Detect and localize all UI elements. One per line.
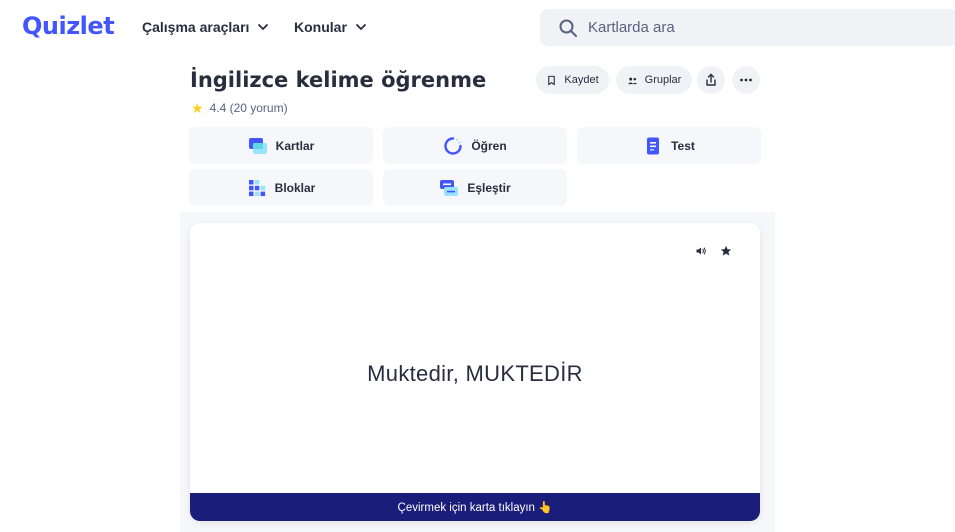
- rating-text: 4.4 (20 yorum): [209, 101, 288, 115]
- mode-match[interactable]: Eşleştir: [383, 169, 567, 206]
- mode-test-label: Test: [671, 138, 695, 153]
- set-rating[interactable]: ★ 4.4 (20 yorum): [191, 101, 288, 115]
- search-input[interactable]: [588, 19, 888, 36]
- set-title: İngilizce kelime öğrenme: [190, 68, 487, 92]
- mode-test[interactable]: Test: [577, 127, 761, 164]
- flashcard-term: Muktedir, MUKTEDİR: [367, 361, 583, 386]
- bookmark-icon: [548, 75, 556, 85]
- more-options-button[interactable]: [732, 66, 760, 94]
- more-dots-icon: [740, 78, 752, 82]
- star-icon: [720, 245, 732, 256]
- star-button[interactable]: [718, 243, 734, 259]
- save-button[interactable]: Kaydet: [536, 66, 609, 94]
- mode-blocks-label: Bloklar: [274, 180, 316, 195]
- speaker-icon: [696, 247, 706, 255]
- flashcard[interactable]: Muktedir, MUKTEDİR Çevirmek için karta t…: [190, 223, 760, 521]
- blocks-icon: [248, 179, 265, 196]
- nav-topics-label: Konular: [294, 19, 347, 35]
- learn-icon: [444, 136, 463, 155]
- groups-button-label: Gruplar: [644, 74, 682, 86]
- mode-blocks[interactable]: Bloklar: [189, 169, 373, 206]
- star-icon: ★: [191, 100, 204, 116]
- match-icon: [440, 179, 459, 196]
- quizlet-logo[interactable]: Quizlet: [22, 12, 115, 40]
- nav-study-tools[interactable]: Çalışma araçları: [142, 19, 269, 35]
- mode-learn[interactable]: Öğren: [383, 127, 567, 164]
- search-icon: [559, 19, 577, 37]
- people-icon: [627, 77, 637, 84]
- flip-hint-bar: Çevirmek için karta tıklayın 👆: [190, 493, 760, 521]
- chevron-down-icon: [258, 24, 269, 30]
- audio-button[interactable]: [693, 243, 709, 259]
- mode-flashcards-label: Kartlar: [275, 138, 315, 153]
- nav-study-tools-label: Çalışma araçları: [142, 19, 250, 35]
- cards-icon: [248, 137, 267, 154]
- test-icon: [647, 137, 660, 154]
- share-icon: [706, 73, 716, 86]
- nav-topics[interactable]: Konular: [294, 19, 367, 35]
- search-bar[interactable]: [540, 9, 955, 46]
- save-button-label: Kaydet: [564, 74, 599, 86]
- mode-learn-label: Öğren: [471, 138, 507, 153]
- chevron-down-icon: [355, 24, 366, 30]
- top-header: Quizlet Çalışma araçları Konular: [0, 0, 955, 56]
- mode-flashcards[interactable]: Kartlar: [189, 127, 373, 164]
- share-button[interactable]: [697, 66, 725, 94]
- groups-button[interactable]: Gruplar: [616, 66, 692, 94]
- mode-match-label: Eşleştir: [467, 180, 511, 195]
